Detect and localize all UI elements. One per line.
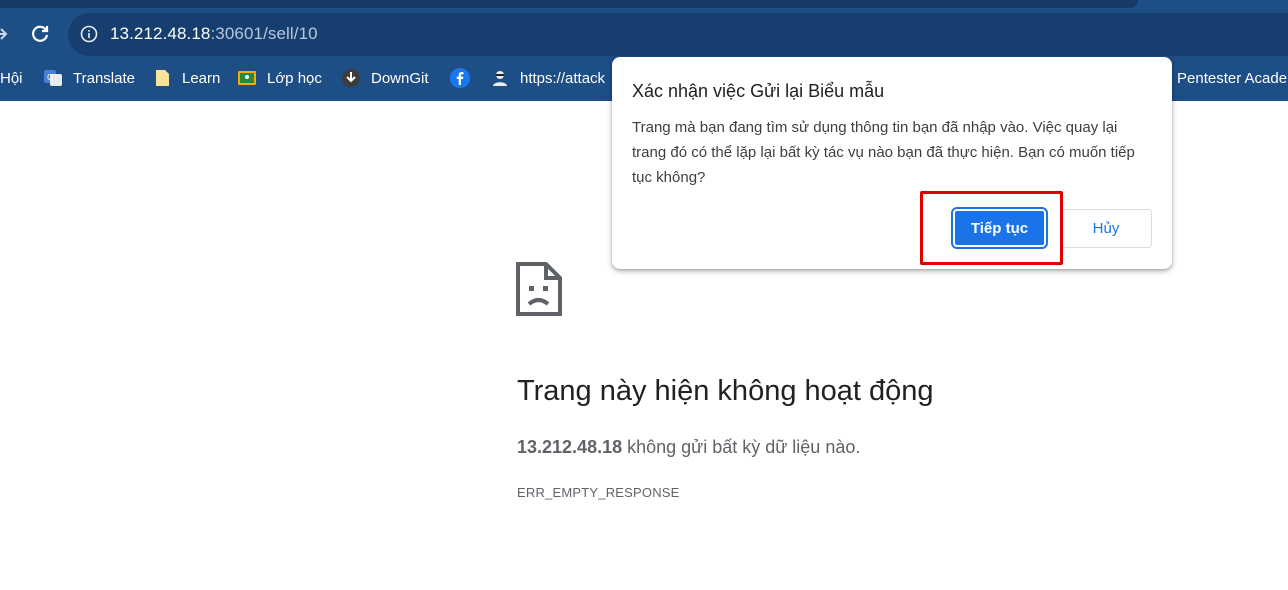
sad-page-icon: [516, 262, 564, 318]
error-host: 13.212.48.18: [517, 437, 623, 457]
cancel-button[interactable]: Hủy: [1060, 209, 1152, 248]
bookmark-label: Translate: [73, 69, 135, 87]
dialog-title: Xác nhận việc Gửi lại Biểu mẫu: [632, 81, 885, 101]
form-resubmission-dialog: Xác nhận việc Gửi lại Biểu mẫu Trang mà …: [612, 57, 1172, 269]
dialog-body: Trang mà bạn đang tìm sử dụng thông tin …: [632, 119, 1135, 186]
url-host: 13.212.48.18: [110, 24, 211, 43]
highlight-box: [920, 191, 1063, 265]
hacker-icon: [490, 68, 510, 88]
bookmark-attack[interactable]: https://attack: [490, 64, 605, 92]
bookmark-pentester-academy[interactable]: Pentester Acader: [1177, 64, 1288, 92]
svg-text:G: G: [47, 73, 53, 82]
url-path: :30601/sell/10: [210, 24, 318, 43]
facebook-icon: [450, 68, 470, 88]
error-code: ERR_EMPTY_RESPONSE: [517, 485, 680, 500]
google-classroom-icon: [237, 68, 257, 88]
folder-icon: [152, 68, 172, 88]
bookmark-lop-hoc[interactable]: Lớp học: [237, 64, 322, 92]
error-description: 13.212.48.18 không gửi bất kỳ dữ liệu nà…: [517, 437, 860, 458]
bookmark-label: https://attack: [520, 69, 606, 87]
site-info-icon[interactable]: [80, 25, 98, 43]
bookmark-label: Learn: [182, 69, 221, 87]
url-text[interactable]: 13.212.48.18:30601/sell/10: [110, 24, 318, 44]
bookmark-downgit[interactable]: DownGit: [341, 64, 429, 92]
google-translate-icon: G: [43, 68, 63, 88]
bookmark-learn[interactable]: Learn: [152, 64, 220, 92]
tab-strip: [0, 0, 1138, 8]
bookmark-label: DownGit: [371, 69, 429, 87]
error-message: không gửi bất kỳ dữ liệu nào.: [622, 437, 861, 457]
error-title: Trang này hiện không hoạt động: [517, 375, 934, 407]
bookmark-label: Pentester Acader: [1177, 69, 1288, 87]
bookmark-label: Hội: [0, 69, 23, 87]
bookmark-facebook[interactable]: [450, 64, 480, 92]
reload-icon[interactable]: [28, 22, 52, 46]
bookmark-hoi[interactable]: Hội: [0, 64, 23, 92]
download-icon: [341, 68, 361, 88]
tab-strip-right: [1150, 0, 1288, 10]
forward-icon[interactable]: [0, 22, 12, 46]
bookmark-translate[interactable]: G Translate: [43, 64, 135, 92]
bookmark-label: Lớp học: [267, 69, 322, 87]
